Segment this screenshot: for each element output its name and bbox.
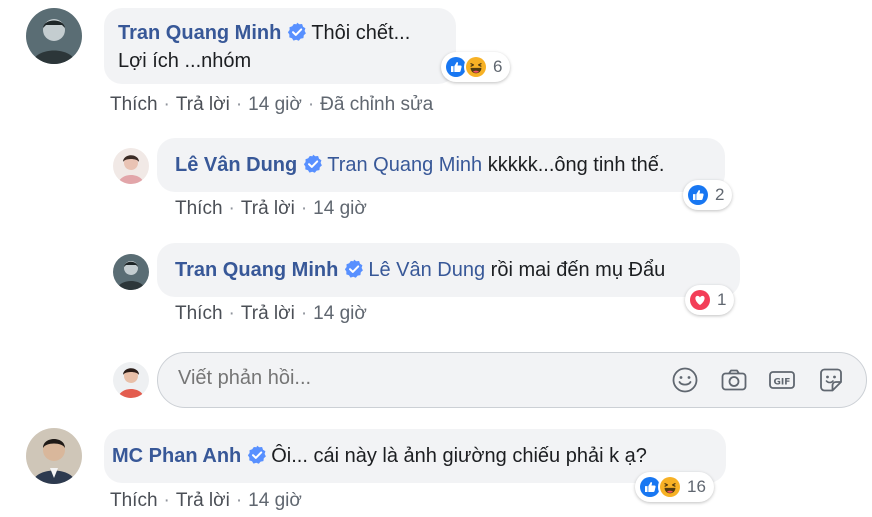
comment-text: Thôi chết...	[311, 22, 411, 44]
reaction-summary[interactable]: 16	[635, 472, 714, 502]
comment-bubble: Tran Quang Minh Thôi chết... Lợi ích ...n…	[104, 8, 456, 84]
verified-badge-icon	[303, 154, 323, 174]
separator: ·	[300, 303, 308, 324]
like-link[interactable]: Thích	[110, 94, 158, 115]
reply-link[interactable]: Trả lời	[176, 490, 230, 511]
reply-link[interactable]: Trả lời	[241, 303, 295, 324]
reaction-count: 16	[687, 477, 706, 496]
comment-author[interactable]: MC Phan Anh	[112, 445, 241, 467]
haha-icon	[464, 55, 488, 79]
like-link[interactable]: Thích	[175, 303, 223, 324]
comment-text: Ôi... cái này là ảnh giường chiếu phải k…	[271, 445, 647, 467]
comment-bubble: Tran Quang Minh Lê Vân Dung rồi mai đến m…	[157, 243, 740, 297]
timestamp[interactable]: 14 giờ	[313, 303, 367, 324]
comment-bubble: Lê Vân Dung Tran Quang Minh kkkkk...ông t…	[157, 138, 725, 192]
svg-text:GIF: GIF	[774, 378, 791, 388]
comment-bubble: MC Phan Anh Ôi... cái này là ảnh giường c…	[104, 429, 726, 483]
reply-composer: GIF	[157, 352, 867, 408]
reply-input[interactable]	[178, 367, 658, 390]
love-icon	[688, 288, 712, 312]
comment-author[interactable]: Tran Quang Minh	[118, 22, 281, 44]
sticker-icon[interactable]	[816, 365, 846, 395]
comment-author[interactable]: Lê Vân Dung	[175, 154, 297, 176]
comment-text: kkkkk...ông tinh thế.	[487, 154, 665, 176]
separator: ·	[163, 94, 170, 115]
separator: ·	[235, 94, 243, 115]
separator: ·	[307, 94, 315, 115]
mention-link[interactable]: Lê Vân Dung	[368, 259, 485, 281]
reaction-summary[interactable]: 2	[683, 180, 733, 210]
comment-text: Lợi ích ...nhóm	[118, 50, 252, 72]
avatar[interactable]	[113, 148, 149, 184]
separator: ·	[235, 490, 243, 511]
reaction-count: 2	[715, 185, 725, 204]
avatar[interactable]	[26, 428, 82, 484]
comment-actions: Thích · Trả lời · 14 giờ	[110, 490, 302, 512]
like-link[interactable]: Thích	[175, 198, 223, 219]
emoji-icon[interactable]	[670, 365, 700, 395]
edited-label[interactable]: Đã chỉnh sửa	[320, 94, 433, 115]
verified-badge-icon	[344, 259, 364, 279]
haha-icon	[658, 475, 682, 499]
reply-link[interactable]: Trả lời	[241, 198, 295, 219]
comment-text: rồi mai đến mụ Đẩu	[490, 259, 666, 281]
timestamp[interactable]: 14 giờ	[248, 94, 302, 115]
separator: ·	[228, 198, 235, 219]
like-link[interactable]: Thích	[110, 490, 158, 511]
separator: ·	[163, 490, 170, 511]
verified-badge-icon	[247, 445, 267, 465]
reaction-count: 1	[717, 290, 727, 309]
avatar	[113, 362, 149, 398]
timestamp[interactable]: 14 giờ	[313, 198, 367, 219]
camera-icon[interactable]	[719, 365, 749, 395]
verified-badge-icon	[287, 22, 307, 42]
reaction-summary[interactable]: 1	[685, 285, 735, 315]
reaction-count: 6	[493, 57, 503, 76]
comment-actions: Thích · Trả lời · 14 giờ	[175, 198, 367, 220]
comment-actions: Thích · Trả lời · 14 giờ	[175, 303, 367, 325]
separator: ·	[300, 198, 308, 219]
comment-author[interactable]: Tran Quang Minh	[175, 259, 338, 281]
gif-icon[interactable]: GIF	[767, 365, 797, 395]
mention-link[interactable]: Tran Quang Minh	[327, 154, 482, 176]
comment-actions: Thích · Trả lời · 14 giờ · Đã chỉnh sửa	[110, 94, 433, 116]
reply-link[interactable]: Trả lời	[176, 94, 230, 115]
timestamp[interactable]: 14 giờ	[248, 490, 302, 511]
like-icon	[686, 183, 710, 207]
reaction-summary[interactable]: 6	[441, 52, 511, 82]
avatar[interactable]	[26, 8, 82, 64]
separator: ·	[228, 303, 235, 324]
avatar[interactable]	[113, 254, 149, 290]
